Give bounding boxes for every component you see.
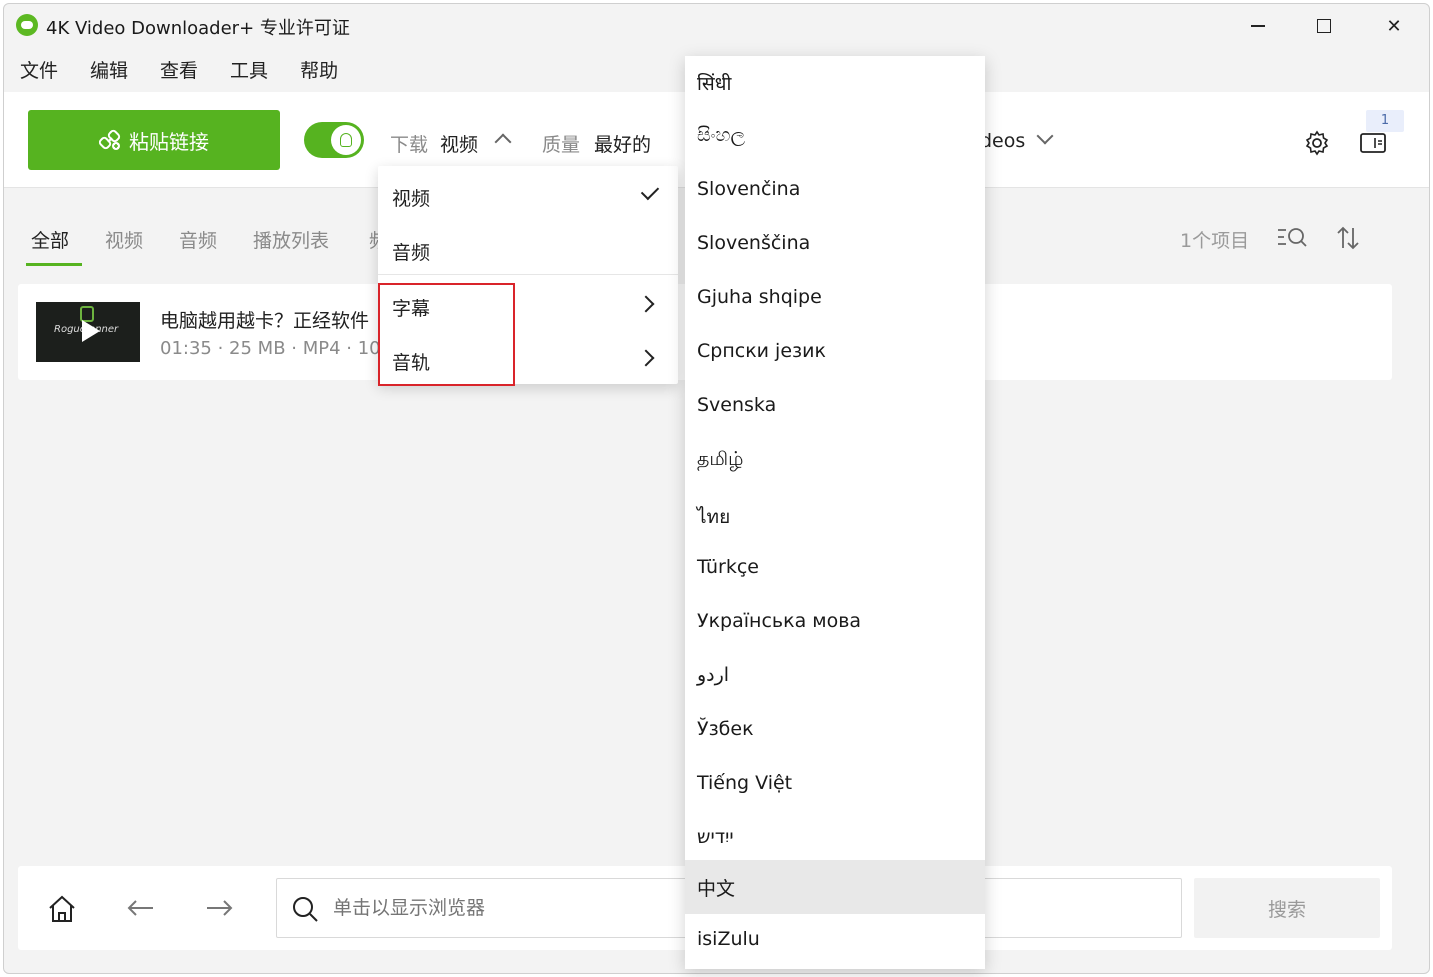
title-bar: 4K Video Downloader+ 专业许可证 ✕ bbox=[4, 4, 1429, 48]
language-option[interactable]: Slovenščina bbox=[685, 218, 985, 272]
smart-mode-toggle[interactable] bbox=[304, 122, 364, 158]
language-option[interactable]: Српски језик bbox=[685, 326, 985, 380]
language-option[interactable]: Slovenčina bbox=[685, 164, 985, 218]
item-count: 1个项目 bbox=[1180, 230, 1250, 252]
language-option[interactable]: Tiếng Việt bbox=[685, 758, 985, 812]
sort-icon[interactable] bbox=[1334, 224, 1362, 252]
language-option-selected[interactable]: 中文 bbox=[685, 860, 985, 914]
paste-link-label: 粘贴链接 bbox=[129, 129, 209, 154]
quality-value[interactable]: 最好的 bbox=[594, 130, 651, 157]
app-logo-icon bbox=[16, 14, 38, 36]
language-option[interactable]: ไทย bbox=[685, 488, 985, 542]
search-list-icon[interactable] bbox=[1276, 224, 1308, 252]
language-option[interactable]: isiZulu bbox=[685, 914, 985, 968]
menu-file[interactable]: 文件 bbox=[20, 56, 58, 86]
back-arrow-icon[interactable] bbox=[126, 896, 156, 920]
menu-item-label: 音频 bbox=[392, 242, 431, 264]
search-icon bbox=[293, 897, 318, 922]
language-option[interactable]: Gjuha shqipe bbox=[685, 272, 985, 326]
tab-video[interactable]: 视频 bbox=[105, 226, 143, 253]
language-option[interactable]: தமிழ் bbox=[685, 434, 985, 488]
home-icon[interactable] bbox=[46, 894, 78, 924]
menu-help[interactable]: 帮助 bbox=[300, 56, 338, 86]
close-button[interactable]: ✕ bbox=[1374, 12, 1414, 40]
menu-item-label: 视频 bbox=[392, 188, 431, 210]
check-icon bbox=[640, 181, 660, 201]
download-type-value[interactable]: 视频 bbox=[440, 130, 478, 157]
language-option[interactable]: Svenska bbox=[685, 380, 985, 434]
tab-audio[interactable]: 音频 bbox=[179, 226, 217, 253]
chevron-up-icon[interactable] bbox=[494, 133, 512, 151]
item-meta: 01:35 · 25 MB · MP4 · 10 bbox=[160, 338, 381, 359]
subscriptions-icon[interactable] bbox=[1359, 130, 1387, 156]
close-icon: ✕ bbox=[1386, 15, 1402, 37]
active-tab-indicator bbox=[26, 263, 82, 266]
menu-view[interactable]: 查看 bbox=[160, 56, 198, 86]
menu-tools[interactable]: 工具 bbox=[230, 56, 268, 86]
menu-bar: 文件 编辑 查看 工具 帮助 bbox=[4, 56, 354, 86]
video-thumbnail: Rogue anner bbox=[36, 302, 140, 362]
minimize-button[interactable] bbox=[1238, 12, 1278, 40]
search-button[interactable]: 搜索 bbox=[1194, 878, 1380, 938]
language-option[interactable]: सिंधी bbox=[685, 56, 985, 110]
language-option[interactable]: Türkçe bbox=[685, 542, 985, 596]
maximize-icon bbox=[1317, 19, 1331, 33]
download-type-label: 下载 bbox=[390, 134, 429, 156]
subscription-badge: 1 bbox=[1366, 110, 1404, 132]
link-plus-icon bbox=[99, 129, 121, 150]
language-option[interactable]: Українська мова bbox=[685, 596, 985, 650]
bulb-icon bbox=[340, 133, 352, 147]
language-option[interactable]: اردو bbox=[685, 650, 985, 704]
maximize-button[interactable] bbox=[1304, 12, 1344, 40]
forward-arrow-icon[interactable] bbox=[204, 896, 234, 920]
highlight-box bbox=[378, 283, 515, 386]
chevron-right-icon bbox=[637, 349, 655, 367]
menu-item-video[interactable]: 视频 bbox=[378, 168, 678, 222]
language-option[interactable]: Ўзбек bbox=[685, 704, 985, 758]
folder-value[interactable]: deos bbox=[980, 130, 1025, 152]
chevron-right-icon bbox=[637, 295, 655, 313]
play-icon[interactable] bbox=[82, 320, 100, 342]
item-title: 电脑越用越卡？正经软件 bbox=[160, 310, 370, 332]
quality-label: 质量 bbox=[542, 134, 581, 156]
chevron-down-icon[interactable] bbox=[1036, 127, 1054, 145]
menu-divider bbox=[378, 274, 678, 275]
menu-edit[interactable]: 编辑 bbox=[90, 56, 128, 86]
paste-link-button[interactable]: 粘贴链接 bbox=[28, 110, 280, 170]
tab-playlist[interactable]: 播放列表 bbox=[253, 226, 329, 253]
menu-item-audio[interactable]: 音频 bbox=[378, 222, 678, 276]
language-option[interactable]: ייִדיש bbox=[685, 812, 985, 866]
window-title: 4K Video Downloader+ 专业许可证 bbox=[46, 18, 350, 39]
toggle-knob bbox=[331, 125, 361, 155]
minimize-icon bbox=[1251, 25, 1265, 27]
tab-all[interactable]: 全部 bbox=[31, 226, 69, 253]
language-option[interactable]: සිංහල bbox=[685, 110, 985, 164]
gear-icon[interactable] bbox=[1304, 130, 1330, 156]
language-menu: सिंधी සිංහල Slovenčina Slovenščina Gjuha… bbox=[685, 56, 985, 969]
